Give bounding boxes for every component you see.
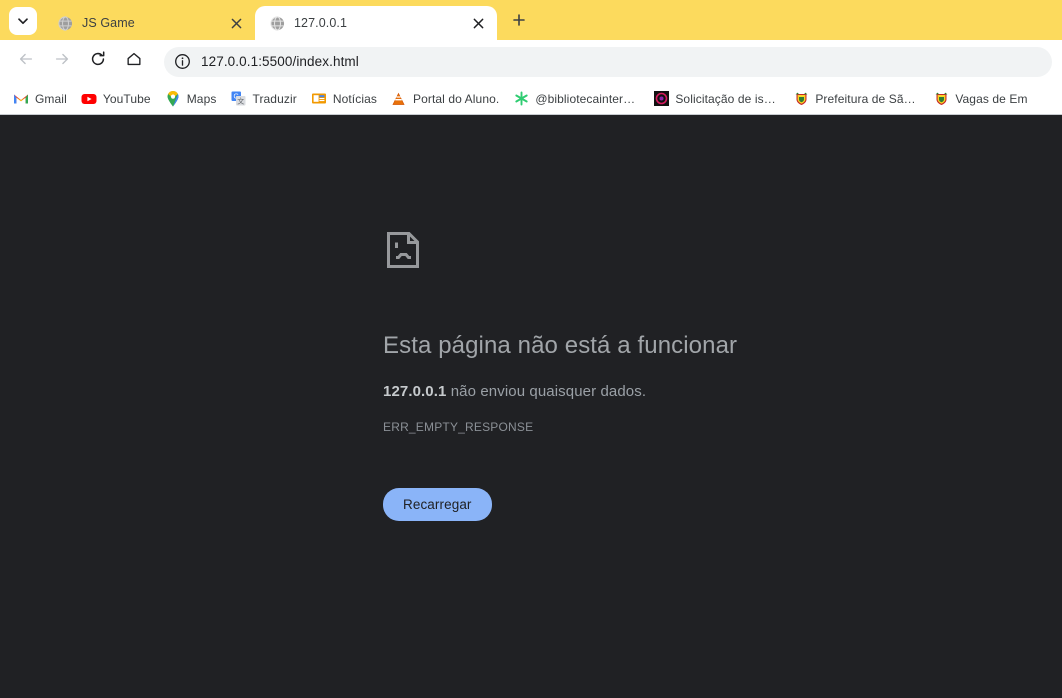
browser-tab-127-0-0-1[interactable]: 127.0.0.1	[255, 6, 497, 40]
globe-icon	[269, 15, 285, 31]
bookmark-traduzir[interactable]: G 文 Traduzir	[223, 87, 303, 111]
bookmarks-bar: Gmail YouTube Maps G 文	[0, 83, 1062, 114]
bookmark-bibliotecainterativa[interactable]: @bibliotecainterativ...	[506, 87, 646, 111]
page-viewport: Esta página não está a funcionar 127.0.0…	[0, 114, 1062, 698]
error-subtitle-rest: não enviou quaisquer dados.	[446, 382, 647, 400]
tab-notch-right	[514, 30, 524, 40]
bookmark-label: Notícias	[332, 91, 377, 106]
error-subject-host: 127.0.0.1	[383, 382, 447, 400]
coat-of-arms-icon	[793, 91, 809, 107]
bookmark-noticias[interactable]: Notícias	[304, 87, 384, 111]
back-arrow-icon	[17, 50, 35, 73]
bookmark-label: YouTube	[102, 91, 151, 106]
reload-button[interactable]	[82, 46, 114, 78]
tab-strip: JS Game 127.0.0.1	[0, 0, 1062, 40]
bookmark-solicitacao-de-isencao[interactable]: Solicitação de isenç...	[646, 87, 786, 111]
maps-pin-icon	[165, 90, 181, 107]
close-icon[interactable]	[227, 14, 245, 32]
sad-page-icon	[383, 230, 423, 270]
tab-title: 127.0.0.1	[294, 16, 348, 30]
error-page: Esta página não está a funcionar 127.0.0…	[383, 230, 983, 521]
reload-page-button[interactable]: Recarregar	[383, 487, 492, 521]
bookmark-label: Traduzir	[252, 91, 297, 106]
forward-arrow-icon	[53, 50, 71, 73]
globe-icon	[57, 15, 73, 31]
coat-of-arms-icon	[933, 91, 949, 107]
svg-text:文: 文	[237, 96, 244, 105]
bookmark-gmail[interactable]: Gmail	[6, 87, 74, 111]
address-bar[interactable]: 127.0.0.1:5500/index.html	[164, 46, 1052, 77]
bookmark-label: @bibliotecainterativ...	[535, 91, 639, 106]
bookmark-label: Maps	[186, 91, 217, 106]
error-code: ERR_EMPTY_RESPONSE	[383, 419, 534, 434]
bookmark-label: Gmail	[35, 91, 67, 106]
dark-circle-icon	[653, 91, 669, 107]
home-button[interactable]	[118, 46, 150, 78]
browser-tab-js-game[interactable]: JS Game	[43, 6, 255, 40]
bookmark-label: Portal do Aluno.	[412, 91, 500, 106]
orange-cone-icon	[391, 91, 407, 107]
error-subtitle: 127.0.0.1 não enviou quaisquer dados.	[383, 383, 983, 400]
bookmark-portal-do-aluno[interactable]: Portal do Aluno.	[384, 87, 506, 111]
youtube-icon	[81, 91, 97, 107]
google-translate-icon: G 文	[230, 91, 246, 107]
info-circle-icon[interactable]	[172, 52, 192, 72]
bookmark-prefeitura-de-sao-jose[interactable]: Prefeitura de São Jo...	[786, 87, 926, 111]
bookmark-youtube[interactable]: YouTube	[74, 87, 158, 111]
gmail-icon	[13, 91, 29, 107]
browser-toolbar: 127.0.0.1:5500/index.html	[0, 40, 1062, 83]
reload-icon	[89, 50, 107, 73]
tab-title: JS Game	[82, 16, 135, 30]
chevron-down-icon	[16, 14, 30, 28]
bookmark-label: Vagas de Em	[955, 91, 1028, 106]
bookmark-label: Solicitação de isenç...	[675, 91, 779, 106]
plus-icon	[512, 13, 526, 32]
google-news-icon	[311, 91, 327, 107]
home-icon	[125, 50, 143, 73]
green-asterisk-icon	[513, 91, 529, 107]
close-icon[interactable]	[469, 14, 487, 32]
error-title: Esta página não está a funcionar	[383, 332, 738, 359]
bookmark-maps[interactable]: Maps	[158, 87, 224, 111]
bookmark-label: Prefeitura de São Jo...	[815, 91, 919, 106]
bookmark-vagas-de-emprego[interactable]: Vagas de Em	[926, 87, 1034, 111]
url-text: 127.0.0.1:5500/index.html	[201, 54, 359, 69]
forward-button[interactable]	[46, 46, 78, 78]
back-button[interactable]	[10, 46, 42, 78]
tab-search-button[interactable]	[9, 7, 37, 35]
